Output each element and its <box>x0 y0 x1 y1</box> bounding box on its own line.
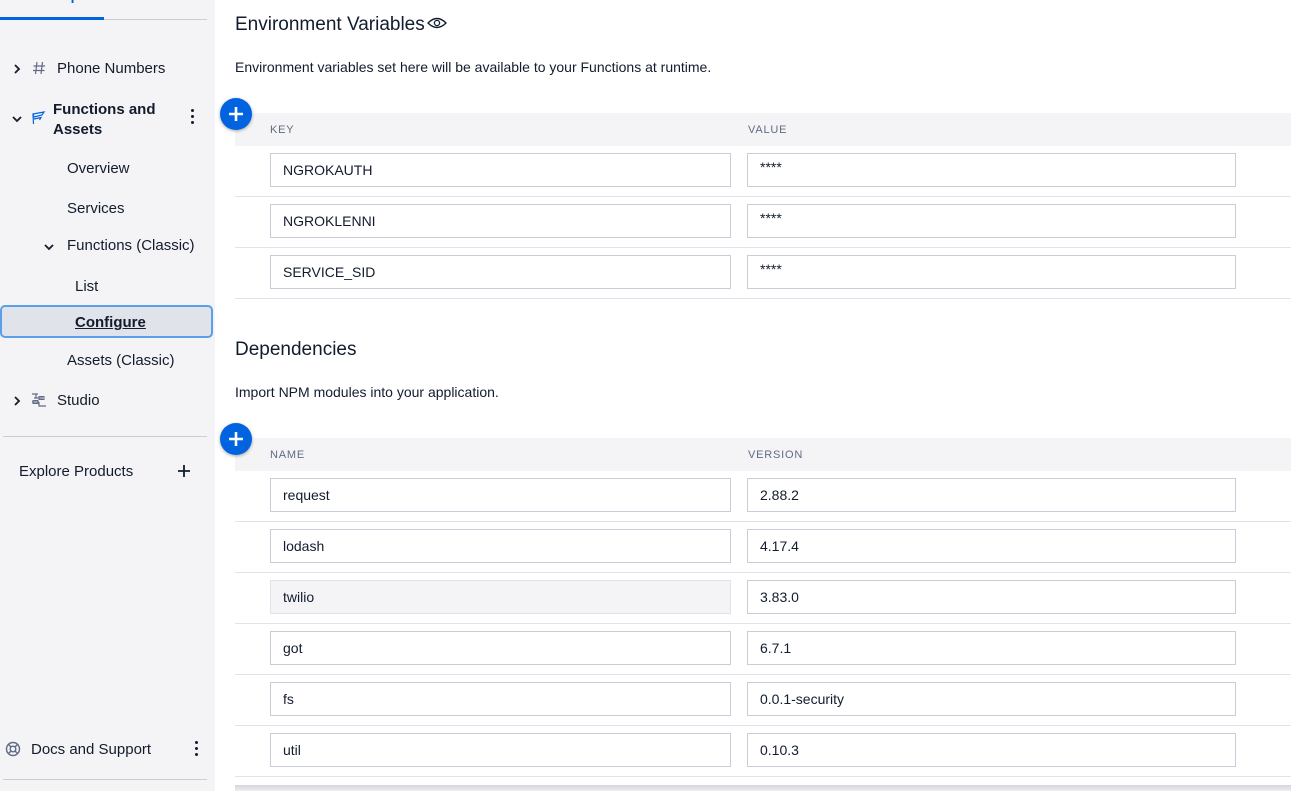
explore-products-button[interactable]: Explore Products <box>0 461 207 483</box>
main-content: Environment Variables Environment variab… <box>215 0 1291 791</box>
table-row: got 6.7.1 <box>235 624 1291 675</box>
column-header-version: VERSION <box>748 449 804 461</box>
tab-develop[interactable]: Develop <box>0 0 104 20</box>
sidebar-divider <box>3 436 207 437</box>
env-table-header: KEY VALUE <box>235 113 1291 146</box>
sidebar-item-overview[interactable]: Overview <box>0 159 207 179</box>
chevron-down-icon <box>11 112 23 124</box>
add-dependency-button[interactable] <box>220 423 252 455</box>
sidebar-item-label: Studio <box>57 392 100 409</box>
table-row: NGROKLENNI **** <box>235 197 1291 248</box>
sidebar-item-configure[interactable]: Configure <box>0 305 213 338</box>
docs-and-support-label: Docs and Support <box>31 741 152 758</box>
life-ring-icon <box>5 741 21 757</box>
sidebar-item-label: Functions (Classic) <box>67 237 195 254</box>
chevron-down-icon <box>43 240 55 252</box>
plus-icon <box>229 107 243 121</box>
sidebar-item-phone-numbers[interactable]: Phone Numbers <box>0 58 207 80</box>
sidebar-item-label: Services <box>67 200 125 217</box>
sidebar: Develop Monitor Phone Numbers Functions … <box>0 0 215 791</box>
dependencies-description: Import NPM modules into your application… <box>235 384 499 400</box>
env-key-input[interactable]: NGROKAUTH <box>270 153 731 187</box>
sidebar-item-list[interactable]: List <box>0 277 207 297</box>
column-header-key: KEY <box>270 124 295 136</box>
studio-flow-icon <box>30 391 48 409</box>
dependency-name-input[interactable]: got <box>270 631 731 665</box>
dependency-version-input[interactable]: 2.88.2 <box>747 478 1236 512</box>
docs-and-support-button[interactable]: Docs and Support <box>0 739 207 761</box>
table-row: lodash 4.17.4 <box>235 522 1291 573</box>
dependency-name-input[interactable]: request <box>270 478 731 512</box>
explore-products-label: Explore Products <box>19 463 134 480</box>
chevron-right-icon <box>11 394 23 406</box>
sidebar-item-label: Phone Numbers <box>57 60 166 77</box>
hash-icon <box>30 59 48 77</box>
column-header-name: NAME <box>270 449 305 461</box>
sticky-footer-edge <box>235 785 1291 791</box>
sidebar-item-functions-classic[interactable]: Functions (Classic) <box>0 236 207 256</box>
table-row: SERVICE_SID **** <box>235 248 1291 299</box>
add-env-var-button[interactable] <box>220 98 252 130</box>
sidebar-item-label: Configure <box>75 314 146 331</box>
env-key-input[interactable]: SERVICE_SID <box>270 255 731 289</box>
dependency-version-input[interactable]: 0.10.3 <box>747 733 1236 767</box>
env-value-input[interactable]: **** <box>747 255 1236 289</box>
dependency-name-input[interactable]: lodash <box>270 529 731 563</box>
sidebar-tabs: Develop Monitor <box>0 0 207 20</box>
sidebar-item-services[interactable]: Services <box>0 199 207 219</box>
sidebar-item-label: Assets (Classic) <box>67 352 175 369</box>
sidebar-item-label: Overview <box>67 160 130 177</box>
tab-monitor[interactable]: Monitor <box>104 0 208 20</box>
more-options-icon[interactable] <box>190 109 196 127</box>
eye-icon[interactable] <box>427 16 447 30</box>
plus-icon <box>177 464 191 478</box>
env-value-input[interactable]: **** <box>747 204 1236 238</box>
sidebar-item-label: Functions and Assets <box>53 101 156 138</box>
dependency-name-input[interactable]: fs <box>270 682 731 716</box>
env-vars-description: Environment variables set here will be a… <box>235 59 712 75</box>
table-row: twilio 3.83.0 <box>235 573 1291 624</box>
dependency-version-input[interactable]: 4.17.4 <box>747 529 1236 563</box>
env-vars-title: Environment Variables <box>235 14 425 35</box>
dependency-version-input[interactable]: 6.7.1 <box>747 631 1236 665</box>
table-row: request 2.88.2 <box>235 471 1291 522</box>
table-row: fs 0.0.1-security <box>235 675 1291 726</box>
chevron-right-icon <box>11 62 23 74</box>
dependency-version-input[interactable]: 0.0.1-security <box>747 682 1236 716</box>
sidebar-item-assets-classic[interactable]: Assets (Classic) <box>0 351 207 371</box>
column-header-value: VALUE <box>748 124 788 136</box>
more-options-icon[interactable] <box>194 741 200 759</box>
env-value-input[interactable]: **** <box>747 153 1236 187</box>
dependency-version-input[interactable]: 3.83.0 <box>747 580 1236 614</box>
deps-table-header: NAME VERSION <box>235 438 1291 471</box>
dependencies-title: Dependencies <box>235 339 357 360</box>
env-key-input[interactable]: NGROKLENNI <box>270 204 731 238</box>
sidebar-item-functions-and-assets[interactable]: Functions and Assets <box>0 98 207 140</box>
dependency-name-input: twilio <box>270 580 731 614</box>
plus-icon <box>229 432 243 446</box>
table-row: NGROKAUTH **** <box>235 146 1291 197</box>
functions-icon <box>30 109 48 127</box>
sidebar-divider <box>3 779 207 780</box>
sidebar-item-studio[interactable]: Studio <box>0 390 207 412</box>
dependency-name-input[interactable]: util <box>270 733 731 767</box>
table-row: util 0.10.3 <box>235 726 1291 777</box>
sidebar-item-label: List <box>75 278 99 295</box>
